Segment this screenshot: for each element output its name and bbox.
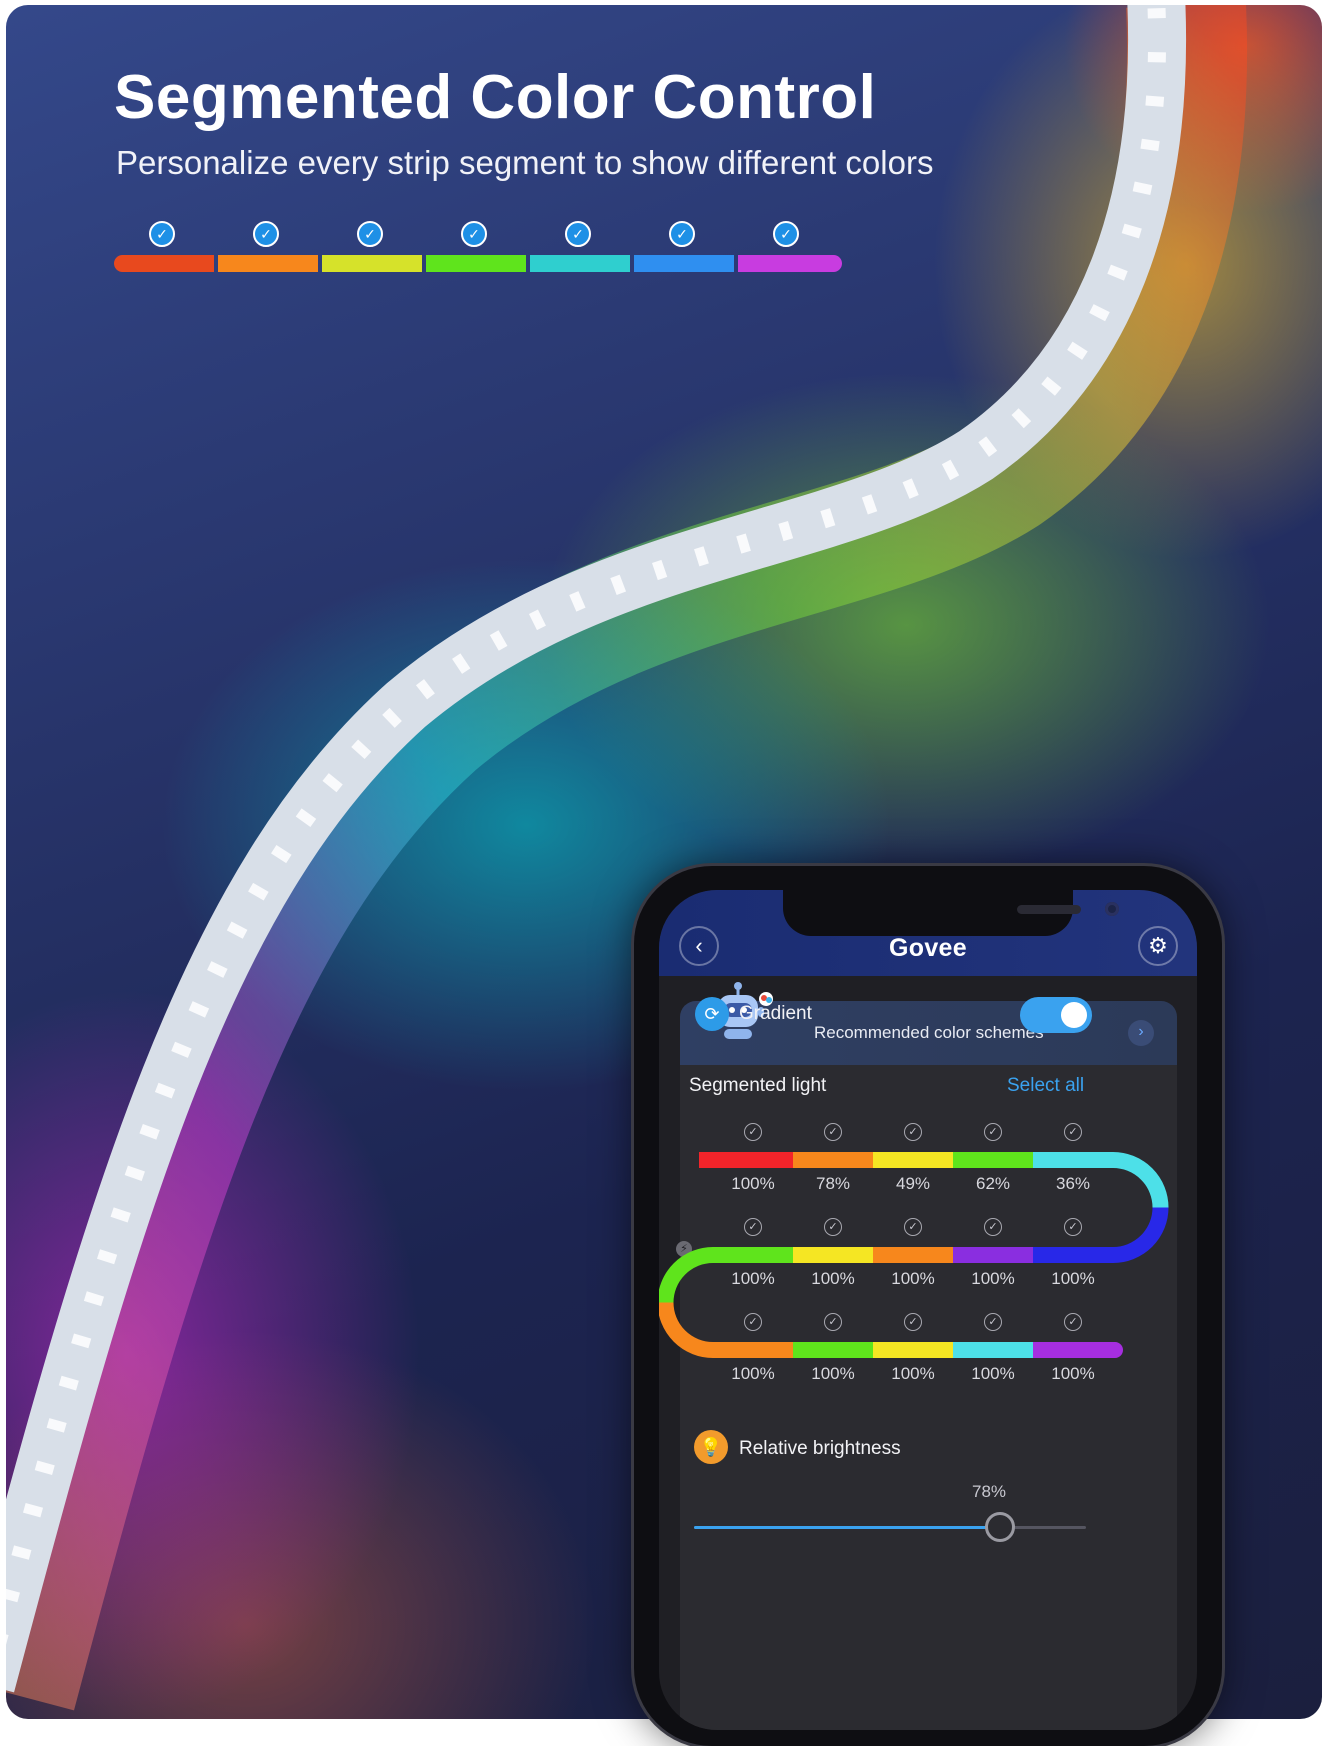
speaker-grille [1017,905,1081,914]
toggle-knob [1061,1002,1087,1028]
segment-check-icon[interactable]: ✓ [744,1313,762,1331]
brand-logo: Govee [889,934,967,962]
segmented-light-label: Segmented light [689,1075,827,1096]
gear-icon[interactable]: ⚙ [1138,926,1178,966]
segment-percent: 36% [1055,1174,1091,1193]
segment-connector-left [659,1247,714,1303]
segment-swatch [218,255,318,272]
segment-end-cap [1107,1342,1123,1358]
segment-percent: 100% [1051,1364,1095,1383]
check-icon: ✓ [461,221,487,247]
segment-connector-right [1112,1207,1169,1263]
segment-percent: 100% [971,1364,1015,1383]
segment-check-icon[interactable]: ✓ [904,1123,922,1141]
segment-percent: 100% [1051,1269,1095,1288]
segment-percent: 49% [895,1174,931,1193]
segment-check-icon[interactable]: ✓ [824,1218,842,1236]
check-icon: ✓ [565,221,591,247]
segment-percent: 100% [891,1364,935,1383]
phone-screen: ‹ Govee ⚙ Recommended color schemes › ⟳ … [659,890,1197,1730]
segment-check-icon[interactable]: ✓ [1064,1123,1082,1141]
segment-percent: 100% [811,1269,855,1288]
check-icon: ✓ [357,221,383,247]
gradient-icon: ⟳ [695,997,729,1031]
check-icon: ✓ [669,221,695,247]
segment-check-icon[interactable]: ✓ [984,1123,1002,1141]
segment-check-icon[interactable]: ✓ [1064,1313,1082,1331]
segment-percent: 100% [971,1269,1015,1288]
segment-swatch [530,255,630,272]
segment-swatch [634,255,734,272]
recommended-schemes-label: Recommended color schemes [814,1023,1044,1042]
segment-percent: 100% [811,1364,855,1383]
segment-percent: 100% [731,1174,775,1193]
page-title: Segmented Color Control [114,63,877,132]
chevron-right-icon[interactable]: › [1128,1020,1154,1046]
segment-percent: 78% [815,1174,851,1193]
segment-swatch [114,255,214,272]
segment-check-icon[interactable]: ✓ [984,1218,1002,1236]
segment-swatch [322,255,422,272]
page-subtitle: Personalize every strip segment to show … [116,144,934,181]
segment-connector-left [659,1302,714,1358]
segment-swatch [738,255,842,272]
segment-check-icon[interactable]: ✓ [824,1313,842,1331]
segment-connector-right [1112,1152,1169,1208]
segment-percent: 100% [891,1269,935,1288]
check-icon: ✓ [253,221,279,247]
segment-check-icon[interactable]: ✓ [984,1313,1002,1331]
segment-check-icon[interactable]: ✓ [744,1123,762,1141]
phone-notch [783,890,1119,936]
brightness-value: 78% [971,1482,1007,1501]
segment-check-icon[interactable]: ✓ [904,1313,922,1331]
segment-percent: 100% [731,1269,775,1288]
segment-check-icon[interactable]: ✓ [1064,1218,1082,1236]
segment-percent: 100% [731,1364,775,1383]
segment-check-icon[interactable]: ✓ [744,1218,762,1236]
gradient-label: Gradient [739,1003,812,1024]
segment-check-icon[interactable]: ✓ [824,1123,842,1141]
brightness-slider-thumb[interactable] [984,1512,1015,1542]
relative-brightness-label: Relative brightness [739,1438,901,1459]
segment-swatch [426,255,526,272]
segment-percent: 62% [975,1174,1011,1193]
camera-icon [1105,902,1119,916]
check-icon: ✓ [149,221,175,247]
gradient-toggle[interactable] [1020,997,1092,1033]
segment-check-icon[interactable]: ✓ [904,1218,922,1236]
segment-color-bar: ✓ ✓ ✓ ✓ ✓ ✓ ✓ [114,215,842,275]
brightness-slider-fill [694,1526,1000,1529]
brightness-bulb-icon: 💡 [694,1430,728,1464]
brightness-slider[interactable] [694,1512,1086,1542]
select-all-link[interactable]: Select all [1007,1075,1084,1097]
check-icon: ✓ [773,221,799,247]
